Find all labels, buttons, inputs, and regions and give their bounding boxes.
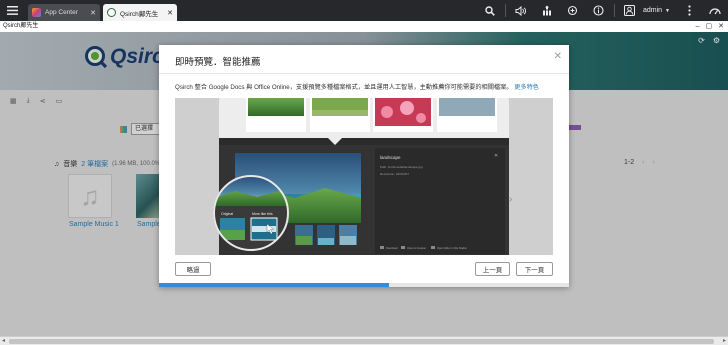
search-button[interactable] [477,0,503,21]
original-label: Original [221,212,233,216]
tab-label: App Center [45,9,78,16]
divider [613,4,615,17]
flower-blossom [400,101,414,115]
more-features-link[interactable]: 更多特色 [514,84,539,91]
kebab-icon [687,5,691,16]
info-icon [593,5,605,16]
scroll-left-icon[interactable]: ◂ [2,337,5,344]
tab-qsirch[interactable]: Qsirch鄺先生 ✕ [103,4,177,21]
gallery-thumb [439,98,495,116]
feature-preview-image: landscape Path: /multimedia/landscape.jp… [175,98,553,255]
preview-margin-left [175,98,219,255]
tasks-icon [542,5,551,16]
hamburger-icon [6,6,18,15]
sync-icon [568,5,578,16]
viewer-close-icon: ✕ [494,153,498,159]
flower-blossom [416,113,426,123]
preview-illustration: landscape Path: /multimedia/landscape.jp… [175,98,553,255]
external-devices-button[interactable] [560,0,586,21]
divider [504,4,506,17]
open-folder-icon [431,246,435,249]
preview-panel-title: landscape [380,155,401,160]
user-avatar[interactable] [617,0,643,21]
notifications-button[interactable] [586,0,612,21]
intro-dialog: 即時預覽．智能推薦 ✕ Qsirch 整合 Google Docs 與 Offi… [159,45,569,287]
more-like-this-label: More like this [252,212,273,216]
username-label: admin [642,7,663,14]
user-icon [624,5,636,16]
skip-button[interactable]: 略過 [175,262,211,276]
progress-fill [159,283,389,287]
viewer-next-icon: › [509,194,512,205]
window-title: Qsirch鄺先生 [3,23,39,29]
close-dialog-icon[interactable]: ✕ [554,51,562,62]
preview-margin-right [509,98,553,255]
main-menu-button[interactable] [0,0,24,21]
caret-down-icon: ▼ [665,7,670,14]
close-tab-icon[interactable]: ✕ [167,9,173,17]
dashboard-button[interactable] [702,0,728,21]
dialog-description: Qsirch 整合 Google Docs 與 Office Online，支援… [175,82,539,91]
app-center-icon [32,8,41,17]
scroll-right-icon[interactable]: ▸ [723,337,726,344]
preview-resolution-text: Resolution: 1000x667 [380,172,409,176]
tab-label: Qsirch鄺先生 [120,10,159,18]
more-options-button[interactable] [676,0,702,21]
recommended-thumb-detail [296,236,312,245]
gallery-thumb-detail [312,110,368,116]
window-titlebar: Qsirch鄺先生 – ▢ ✕ [0,21,728,32]
preview-path-text: Path: /multimedia/landscape.jpg [380,165,423,169]
user-menu[interactable]: admin ▼ [643,7,670,14]
download-icon [380,246,384,249]
qsirch-app-icon [107,8,116,17]
system-tray: admin ▼ [477,0,728,21]
viewer-info-panel [375,148,505,254]
maximize-icon[interactable]: ▢ [706,21,713,32]
tour-progress-bar [159,283,569,287]
background-tasks-button[interactable] [534,0,560,21]
close-window-icon[interactable]: ✕ [718,21,724,32]
search-icon [485,5,495,16]
gallery-thumb [248,98,304,116]
selection-notch [328,138,342,145]
description-text: Qsirch 整合 Google Docs 與 Office Online，支援… [175,84,513,91]
dialog-title: 即時預覽．智能推薦 [175,57,261,68]
system-topbar: App Center ✕ Qsirch鄺先生 ✕ admin ▼ [0,0,728,21]
window-controls: – ▢ ✕ [696,21,724,32]
open-folder-action-label: Open folder in File Station [437,246,468,250]
tab-app-center[interactable]: App Center ✕ [28,4,100,21]
horizontal-scrollbar[interactable]: ◂ ▸ [0,336,728,345]
recommended-thumb-detail [318,238,334,245]
volume-button[interactable] [508,0,534,21]
previous-button[interactable]: 上一頁 [475,262,510,276]
open-in-browser-action-label: Open in browser [407,246,426,250]
divider [159,73,569,74]
download-action-label: Download [386,246,398,250]
flower-blossom [381,106,393,118]
next-button[interactable]: 下一頁 [516,262,553,276]
scrollbar-thumb[interactable] [9,339,714,344]
gauge-icon [709,7,721,14]
recommended-thumb-detail [340,236,356,245]
open-in-browser-icon [401,246,405,249]
minimize-icon[interactable]: – [696,21,700,32]
close-tab-icon[interactable]: ✕ [90,9,96,17]
speaker-icon [515,5,527,16]
